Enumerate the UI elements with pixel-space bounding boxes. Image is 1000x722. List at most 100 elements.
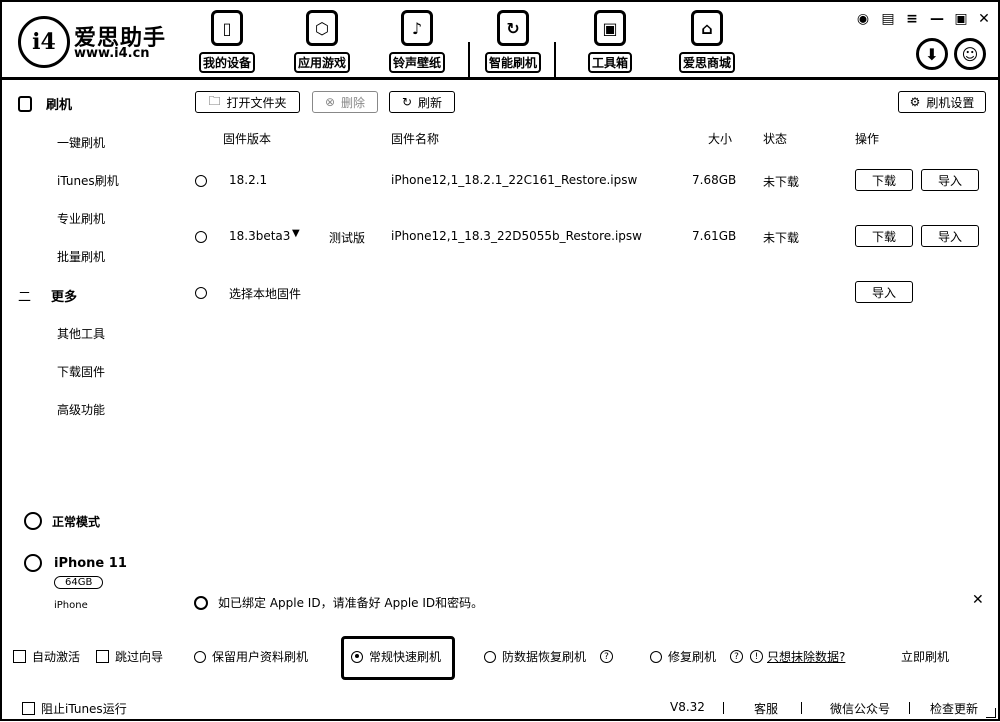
nav-ringtones-wallpapers[interactable]: ♪ 铃声壁纸 (382, 10, 452, 74)
flash-now-button[interactable]: 立即刷机 (901, 648, 949, 665)
button-label: 刷机设置 (926, 95, 975, 110)
import-button[interactable]: 导入 (921, 169, 979, 191)
trash-icon: ⊗ (324, 95, 336, 109)
nav-label: 工具箱 (587, 52, 632, 73)
local-firmware-radio[interactable] (195, 287, 207, 299)
firmware-size: 7.68GB (692, 173, 737, 187)
info-icon: ! (750, 650, 763, 663)
local-import-button[interactable]: 导入 (855, 281, 913, 303)
refresh-icon: ↻ (497, 10, 529, 46)
phone-icon (24, 554, 42, 572)
option-label: 防数据恢复刷机 (502, 650, 587, 664)
checkbox-icon (13, 650, 26, 663)
radio-selected-icon (351, 650, 363, 663)
auto-activate-checkbox[interactable]: 自动激活 (13, 648, 80, 665)
open-folder-button[interactable]: 🗀 打开文件夹 (195, 91, 300, 113)
firmware-radio[interactable] (195, 175, 207, 187)
nav-label: 我的设备 (198, 52, 255, 73)
local-firmware-row[interactable]: 选择本地固件 导入 (2, 279, 998, 309)
sidebar-section-flash[interactable]: 刷机 (18, 94, 72, 113)
skip-guide-checkbox[interactable]: 跳过向导 (96, 648, 163, 665)
table-row[interactable]: 18.3beta3 ▼ 测试版 iPhone12,1_18.3_22D5055b… (2, 223, 998, 253)
radio-icon (194, 650, 206, 663)
divider (723, 702, 724, 714)
device-mode: 正常模式 (24, 512, 100, 530)
nav-store[interactable]: ⌂ 爱思商城 (672, 10, 742, 74)
customer-service-link[interactable]: 客服 (754, 700, 778, 717)
checkbox-icon (22, 702, 35, 715)
sidebar-item-other-tools[interactable]: 其他工具 (57, 325, 105, 342)
device-type: iPhone (54, 600, 88, 611)
download-button[interactable]: 下载 (855, 169, 913, 191)
flash-settings-button[interactable]: ⚙ 刷机设置 (898, 91, 986, 113)
wechat-link[interactable]: 微信公众号 (830, 700, 890, 717)
maximize-icon[interactable]: ▣ (952, 10, 970, 28)
anti-recovery-flash-radio[interactable]: 防数据恢复刷机 ? (484, 648, 614, 665)
keep-data-flash-radio[interactable]: 保留用户资料刷机 (194, 648, 308, 665)
option-label: 常规快速刷机 (369, 650, 442, 664)
option-label: 修复刷机 (668, 650, 717, 664)
version-dropdown-icon[interactable]: ▼ (292, 228, 300, 239)
repair-flash-radio[interactable]: 修复刷机 ? (650, 648, 744, 665)
delete-button[interactable]: ⊗ 删除 (312, 91, 378, 113)
help-icon[interactable]: ? (730, 650, 744, 663)
option-label: 阻止iTunes运行 (41, 702, 127, 716)
nav-apps-games[interactable]: ⬡ 应用游戏 (287, 10, 357, 74)
tablet-icon[interactable]: ▤ (879, 10, 897, 28)
download-button[interactable]: 下载 (855, 225, 913, 247)
user-account-icon[interactable]: ☺ (954, 38, 986, 70)
button-label: 立即刷机 (901, 650, 950, 664)
minimize-icon[interactable]: — (928, 10, 946, 28)
top-bar: i4 爱思助手 www.i4.cn ▯ 我的设备 ⬡ 应用游戏 ♪ 铃声壁纸 ↻… (2, 2, 998, 80)
check-update-link[interactable]: 检查更新 (930, 700, 978, 717)
menu-icon[interactable]: ≡ (903, 10, 921, 28)
gear-icon: ⚙ (909, 95, 921, 109)
divider (909, 702, 910, 714)
nav-divider (468, 42, 470, 78)
button-label: 删除 (341, 95, 366, 110)
firmware-status: 未下载 (763, 175, 800, 189)
close-icon[interactable]: ✕ (975, 10, 993, 28)
app-version: V8.32 (670, 700, 705, 714)
block-itunes-checkbox[interactable]: 阻止iTunes运行 (22, 700, 127, 717)
sidebar-item-one-click-flash[interactable]: 一键刷机 (57, 134, 105, 151)
sidebar-item-download-firmware[interactable]: 下载固件 (57, 363, 105, 380)
firmware-status: 未下载 (763, 231, 800, 245)
device-capacity-badge: 64GB (54, 576, 104, 589)
nav-smart-flash[interactable]: ↻ 智能刷机 (478, 10, 548, 74)
mode-icon (24, 512, 42, 530)
firmware-version: 18.3beta3 (229, 229, 291, 243)
notice-text: 如已绑定 Apple ID，请准备好 Apple ID和密码。 (218, 596, 484, 610)
option-label: 自动激活 (32, 650, 81, 664)
option-label: 保留用户资料刷机 (212, 650, 309, 664)
brand-url: www.i4.cn (74, 46, 150, 61)
nav-toolbox[interactable]: ▣ 工具箱 (575, 10, 645, 74)
shirt-icon[interactable]: ◉ (854, 10, 872, 28)
phone-icon (18, 95, 32, 112)
import-button[interactable]: 导入 (921, 225, 979, 247)
sidebar-item-advanced[interactable]: 高级功能 (57, 401, 105, 418)
nav-label: 应用游戏 (293, 52, 350, 73)
erase-data-link[interactable]: ! 只想抹除数据? (750, 648, 845, 665)
checkbox-icon (96, 650, 109, 663)
download-manager-icon[interactable]: ⬇ (916, 38, 948, 70)
divider (801, 702, 802, 714)
section-label: 刷机 (46, 98, 73, 113)
music-icon: ♪ (401, 10, 433, 46)
folder-icon: 🗀 (208, 93, 221, 108)
table-row[interactable]: 18.2.1 iPhone12,1_18.2.1_22C161_Restore.… (2, 167, 998, 197)
option-label: 跳过向导 (115, 650, 164, 664)
resize-grip-icon[interactable] (986, 708, 996, 718)
nav-label: 铃声壁纸 (388, 52, 445, 73)
beta-tag: 测试版 (329, 231, 366, 245)
nav-my-device[interactable]: ▯ 我的设备 (192, 10, 262, 74)
close-icon[interactable]: ✕ (972, 592, 984, 608)
refresh-button[interactable]: ↻ 刷新 (389, 91, 455, 113)
help-icon[interactable]: ? (600, 650, 614, 663)
firmware-size: 7.61GB (692, 229, 737, 243)
logo-icon: i4 (18, 16, 70, 68)
column-header-name: 固件名称 (391, 132, 440, 146)
firmware-name: iPhone12,1_18.2.1_22C161_Restore.ipsw (391, 173, 638, 187)
firmware-radio[interactable] (195, 231, 207, 243)
quick-flash-radio[interactable]: 常规快速刷机 (351, 648, 441, 665)
